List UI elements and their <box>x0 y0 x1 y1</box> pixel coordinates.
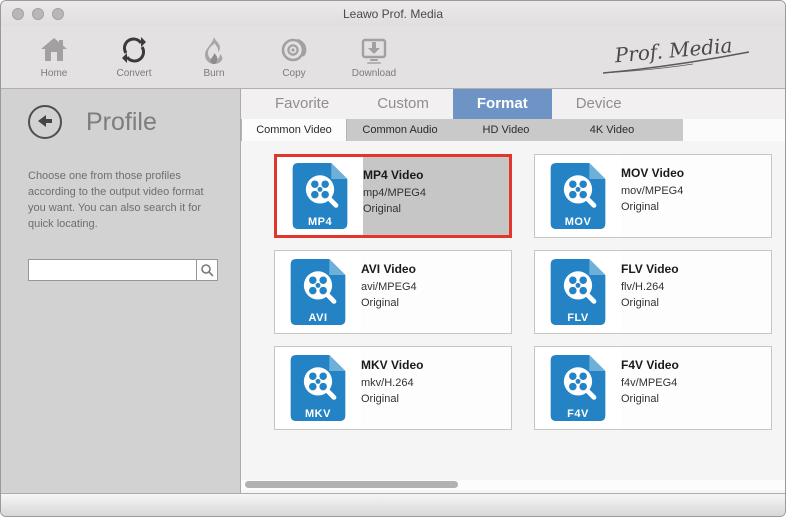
home-icon <box>39 35 69 65</box>
zoom-window-button[interactable] <box>52 8 64 20</box>
window-title: Leawo Prof. Media <box>343 7 443 21</box>
profile-quality: Original <box>621 297 771 309</box>
profile-card-mov[interactable]: MOV MOV Video mov/MPEG4 Original <box>534 154 772 238</box>
copy-icon <box>279 35 309 65</box>
video-file-icon: F4V <box>535 347 621 429</box>
tab-device[interactable]: Device <box>552 89 646 119</box>
subtab-filler <box>665 119 683 141</box>
convert-icon <box>119 35 149 65</box>
tab-favorite[interactable]: Favorite <box>251 89 353 119</box>
category-tabs: Favorite Custom Format Device <box>241 89 785 119</box>
back-arrow-icon <box>35 111 55 134</box>
search-icon <box>200 263 214 277</box>
profile-title: AVI Video <box>361 262 511 276</box>
page-title: Profile <box>86 108 157 137</box>
format-badge: MP4 <box>277 216 363 228</box>
video-file-icon: FLV <box>535 251 621 333</box>
format-badge: FLV <box>535 312 621 324</box>
video-file-icon: MKV <box>275 347 361 429</box>
subtab-4k-video[interactable]: 4K Video <box>559 119 665 141</box>
download-icon <box>359 35 389 65</box>
profile-card-info: MP4 Video mp4/MPEG4 Original <box>363 157 509 235</box>
toolbar-item-burn[interactable]: Burn <box>185 35 243 79</box>
search-button[interactable] <box>196 260 217 280</box>
search-input[interactable] <box>29 260 196 280</box>
profile-card-f4v[interactable]: F4V F4V Video f4v/MPEG4 Original <box>534 346 772 430</box>
content-area: Favorite Custom Format Device Common Vid… <box>241 89 785 493</box>
profile-quality: Original <box>363 203 509 215</box>
profile-card-mkv[interactable]: MKV MKV Video mkv/H.264 Original <box>274 346 512 430</box>
profile-list: MP4 MP4 Video mp4/MPEG4 Original <box>241 141 785 493</box>
sidebar: Profile Choose one from those profiles a… <box>1 89 241 493</box>
profile-title: MOV Video <box>621 166 771 180</box>
profile-title: MP4 Video <box>363 168 509 182</box>
toolbar-item-convert[interactable]: Convert <box>105 35 163 79</box>
format-badge: MKV <box>275 408 361 420</box>
subtab-hd-video[interactable]: HD Video <box>453 119 559 141</box>
profile-title: MKV Video <box>361 358 511 372</box>
toolbar-item-label: Copy <box>282 68 305 79</box>
video-file-icon: AVI <box>275 251 361 333</box>
profile-quality: Original <box>621 201 771 213</box>
back-button[interactable] <box>28 105 62 139</box>
toolbar-item-label: Download <box>352 68 396 79</box>
title-bar: Leawo Prof. Media <box>1 1 785 26</box>
format-subtabs: Common Video Common Audio HD Video 4K Vi… <box>241 119 785 141</box>
status-bar <box>1 493 785 516</box>
app-window: Leawo Prof. Media Home <box>0 0 786 517</box>
profile-grid: MP4 MP4 Video mp4/MPEG4 Original <box>274 154 785 430</box>
toolbar-item-label: Burn <box>203 68 224 79</box>
toolbar-item-download[interactable]: Download <box>345 35 403 79</box>
profile-quality: Original <box>361 297 511 309</box>
toolbar-item-copy[interactable]: Copy <box>265 35 323 79</box>
profile-format: f4v/MPEG4 <box>621 377 771 389</box>
horizontal-scrollbar-thumb[interactable] <box>245 481 458 488</box>
profile-description: Choose one from those profiles according… <box>28 169 216 233</box>
subtab-common-video[interactable]: Common Video <box>241 119 347 141</box>
profile-header: Profile <box>28 105 240 139</box>
profile-format: mov/MPEG4 <box>621 185 771 197</box>
profile-card-info: MKV Video mkv/H.264 Original <box>361 347 511 429</box>
close-window-button[interactable] <box>12 8 24 20</box>
burn-icon <box>199 35 229 65</box>
brand-text: Prof. Media <box>613 33 734 67</box>
profile-title: F4V Video <box>621 358 771 372</box>
toolbar-item-home[interactable]: Home <box>25 35 83 79</box>
profile-quality: Original <box>621 393 771 405</box>
tab-format[interactable]: Format <box>453 89 552 119</box>
profile-card-info: AVI Video avi/MPEG4 Original <box>361 251 511 333</box>
tab-custom[interactable]: Custom <box>353 89 453 119</box>
minimize-window-button[interactable] <box>32 8 44 20</box>
traffic-lights <box>12 8 64 20</box>
main-area: Profile Choose one from those profiles a… <box>1 89 785 493</box>
profile-card-info: MOV Video mov/MPEG4 Original <box>621 155 771 237</box>
profile-search <box>28 259 218 281</box>
toolbar-item-label: Convert <box>116 68 151 79</box>
profile-card-mp4[interactable]: MP4 MP4 Video mp4/MPEG4 Original <box>274 154 512 238</box>
format-badge: F4V <box>535 408 621 420</box>
video-file-icon: MOV <box>535 155 621 237</box>
profile-format: mp4/MPEG4 <box>363 187 509 199</box>
profile-title: FLV Video <box>621 262 771 276</box>
horizontal-scrollbar-track[interactable] <box>241 480 785 490</box>
profile-card-flv[interactable]: FLV FLV Video flv/H.264 Original <box>534 250 772 334</box>
video-file-icon: MP4 <box>277 157 363 235</box>
profile-card-avi[interactable]: AVI AVI Video avi/MPEG4 Original <box>274 250 512 334</box>
prof-media-logo: Prof. Media <box>597 31 757 84</box>
toolbar-item-label: Home <box>41 68 68 79</box>
format-badge: MOV <box>535 216 621 228</box>
profile-quality: Original <box>361 393 511 405</box>
subtab-common-audio[interactable]: Common Audio <box>347 119 453 141</box>
main-toolbar: Home Convert Burn <box>1 26 785 89</box>
profile-format: mkv/H.264 <box>361 377 511 389</box>
profile-format: avi/MPEG4 <box>361 281 511 293</box>
profile-format: flv/H.264 <box>621 281 771 293</box>
format-badge: AVI <box>275 312 361 324</box>
profile-card-info: F4V Video f4v/MPEG4 Original <box>621 347 771 429</box>
profile-card-info: FLV Video flv/H.264 Original <box>621 251 771 333</box>
